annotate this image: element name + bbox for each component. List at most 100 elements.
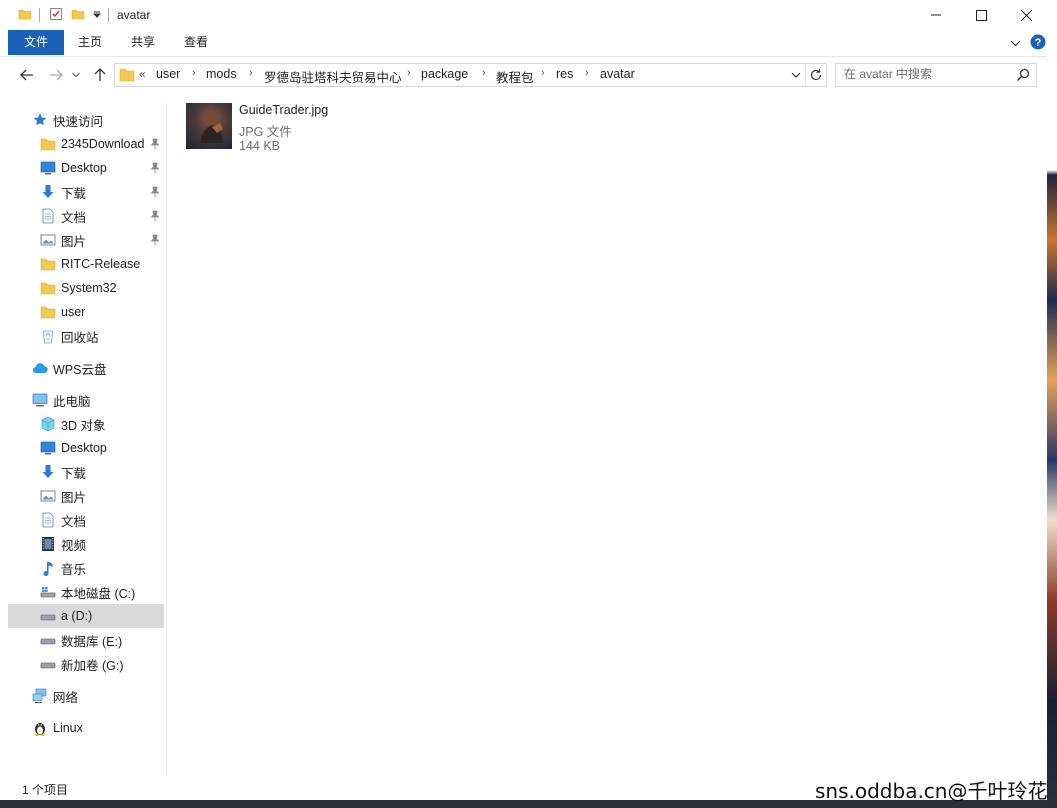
breadcrumb-trade-center[interactable]: 罗德岛驻塔科夫贸易中心: [264, 67, 402, 86]
chevron-right-icon[interactable]: ›: [541, 67, 545, 79]
pin-icon[interactable]: [150, 162, 160, 174]
expand-ribbon-icon[interactable]: [1010, 38, 1021, 48]
refresh-icon[interactable]: [809, 68, 823, 82]
nav-label: 图片: [61, 490, 87, 505]
nav-item-system32[interactable]: System32: [8, 276, 164, 300]
close-button[interactable]: [1003, 0, 1049, 30]
breadcrumb-user[interactable]: user: [156, 67, 180, 81]
download-arrow-icon: [42, 465, 54, 478]
nav-label: WPS云盘: [53, 362, 107, 377]
nav-quick-access[interactable]: 快速访问: [8, 108, 164, 132]
folder-icon: [40, 258, 56, 271]
item-count: 1 个项目: [22, 783, 69, 797]
nav-item-recycle-bin[interactable]: 回收站: [8, 324, 164, 348]
download-arrow-icon: [42, 185, 54, 198]
nav-item-user[interactable]: user: [8, 300, 164, 324]
search-box[interactable]: [835, 63, 1037, 87]
window-title: avatar: [117, 8, 151, 22]
folder-icon: [40, 306, 56, 319]
pin-icon[interactable]: [150, 138, 160, 150]
chevron-right-icon[interactable]: ›: [407, 67, 411, 79]
nav-linux[interactable]: Linux: [8, 716, 164, 740]
folder-icon: [40, 282, 56, 295]
overflow-crumb[interactable]: «: [139, 67, 146, 81]
search-input[interactable]: [844, 67, 1009, 81]
breadcrumb-package[interactable]: package: [421, 67, 468, 81]
nav-item-drive-e[interactable]: 数据库 (E:): [8, 628, 164, 652]
tab-home[interactable]: 主页: [64, 30, 116, 55]
nav-label: 此电脑: [53, 394, 91, 409]
nav-item-downloads[interactable]: 下载: [8, 180, 164, 204]
nav-label: user: [61, 305, 86, 319]
chevron-right-icon[interactable]: ›: [192, 67, 196, 79]
up-button[interactable]: [90, 65, 110, 85]
maximize-button[interactable]: [958, 0, 1004, 30]
chevron-right-icon[interactable]: ›: [249, 67, 253, 79]
help-icon[interactable]: ?: [1030, 34, 1046, 50]
nav-item-drive-d[interactable]: a (D:): [8, 604, 164, 628]
nav-item-pc-downloads[interactable]: 下载: [8, 460, 164, 484]
nav-item-3d-objects[interactable]: 3D 对象: [8, 412, 164, 436]
tab-share[interactable]: 共享: [117, 30, 169, 55]
nav-item-drive-c[interactable]: 本地磁盘 (C:): [8, 580, 164, 604]
nav-label: 图片: [61, 234, 87, 249]
nav-item-documents[interactable]: 文档: [8, 204, 164, 228]
music-note-icon: [43, 562, 53, 576]
chevron-right-icon[interactable]: ›: [585, 67, 589, 79]
nav-item-ritc-release[interactable]: RITC-Release: [8, 252, 164, 276]
nav-item-pc-desktop[interactable]: Desktop: [8, 436, 164, 460]
search-icon[interactable]: [1016, 68, 1030, 82]
arrow-up-icon: [94, 68, 106, 81]
nav-item-pc-documents[interactable]: 文档: [8, 508, 164, 532]
nav-network[interactable]: 网络: [8, 684, 164, 708]
title-bar: avatar: [0, 0, 1057, 30]
pin-icon[interactable]: [150, 186, 160, 198]
nav-label: 文档: [61, 210, 87, 225]
network-icon: [32, 688, 47, 703]
recent-locations-button[interactable]: [70, 65, 82, 85]
file-item[interactable]: GuideTrader.jpg JPG 文件 144 KB: [183, 101, 363, 153]
nav-label: System32: [61, 281, 117, 295]
nav-label: 本地磁盘 (C:): [61, 586, 136, 601]
desktop-background-strip: [1047, 0, 1057, 808]
new-folder-icon[interactable]: [71, 7, 85, 21]
nav-label: 文档: [61, 514, 87, 529]
nav-item-2345download[interactable]: 2345Download: [8, 132, 164, 156]
chevron-right-icon[interactable]: ›: [482, 67, 486, 79]
nav-item-drive-g[interactable]: 新加卷 (G:): [8, 652, 164, 676]
nav-this-pc[interactable]: 此电脑: [8, 388, 164, 412]
nav-item-pc-pictures[interactable]: 图片: [8, 484, 164, 508]
nav-label: Linux: [53, 721, 83, 735]
divider: [108, 8, 109, 22]
nav-label: a (D:): [61, 609, 93, 623]
nav-label: 数据库 (E:): [61, 634, 123, 649]
tab-file[interactable]: 文件: [8, 30, 64, 55]
film-icon: [42, 537, 54, 551]
address-bar[interactable]: « user › mods › 罗德岛驻塔科夫贸易中心 › package › …: [114, 63, 827, 87]
drive-icon: [40, 662, 56, 669]
arrow-right-icon: [50, 69, 63, 81]
breadcrumb-res[interactable]: res: [556, 67, 573, 81]
breadcrumb-mods[interactable]: mods: [206, 67, 237, 81]
back-button[interactable]: [17, 65, 37, 85]
nav-item-videos[interactable]: 视频: [8, 532, 164, 556]
properties-icon[interactable]: [49, 7, 63, 21]
forward-button[interactable]: [46, 65, 66, 85]
image-thumbnail-icon: [186, 103, 232, 149]
star-icon: [33, 113, 47, 126]
pin-icon[interactable]: [150, 234, 160, 246]
nav-wps-cloud[interactable]: WPS云盘: [8, 356, 164, 380]
tab-view[interactable]: 查看: [170, 30, 222, 55]
minimize-button[interactable]: [913, 0, 959, 30]
nav-item-pictures[interactable]: 图片: [8, 228, 164, 252]
nav-label: 快速访问: [53, 114, 104, 129]
minimize-icon: [931, 14, 941, 16]
breadcrumb-tutorial[interactable]: 教程包: [496, 67, 534, 86]
nav-item-desktop[interactable]: Desktop: [8, 156, 164, 180]
nav-item-music[interactable]: 音乐: [8, 556, 164, 580]
breadcrumb-avatar[interactable]: avatar: [600, 67, 635, 81]
chevron-down-icon[interactable]: [791, 72, 801, 79]
file-list: GuideTrader.jpg JPG 文件 144 KB: [167, 93, 1047, 776]
pin-icon[interactable]: [150, 210, 160, 222]
customize-toolbar-icon[interactable]: [92, 7, 102, 21]
